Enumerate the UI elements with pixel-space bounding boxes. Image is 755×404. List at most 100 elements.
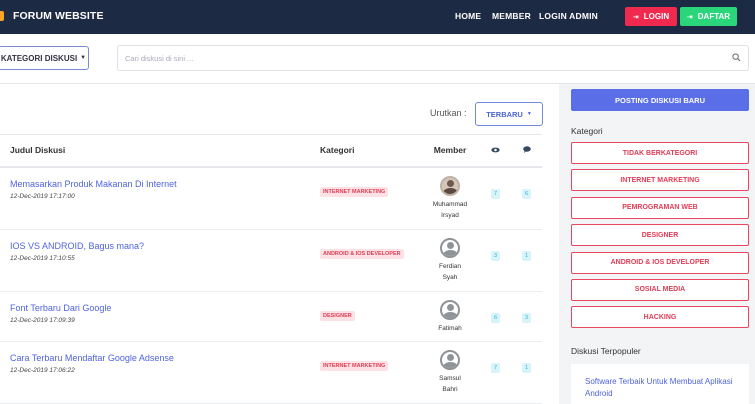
discussion-panel: Urutkan : TERBARU ▼ Judul Diskusi Katego… (0, 84, 559, 404)
popular-discussions-box: Software Terbaik Untuk Membuat Aplikasi … (571, 364, 749, 404)
kategori-badge[interactable]: INTERNET MARKETING (320, 186, 389, 197)
header-views (480, 134, 511, 168)
comments-cell: 3 (511, 291, 542, 342)
member-name-line1: Samsul (439, 375, 461, 382)
member-cell: Muhammad Irsyad (420, 166, 480, 230)
kategori-badge[interactable]: ANDROID & IOS DEVELOPER (320, 249, 404, 259)
member-name-line1: Fatimah (438, 325, 462, 332)
login-label: LOGIN (643, 12, 670, 21)
views-count-badge: 7 (490, 188, 501, 199)
topic-date: 12-Dec-2019 17:10:55 (10, 255, 75, 262)
category-item[interactable]: SOSIAL MEDIA (571, 278, 749, 301)
kategori-cell: DESIGNER (320, 291, 420, 342)
nav-link-home[interactable]: HOME (455, 11, 481, 21)
category-item[interactable]: TIDAK BERKATEGORI (571, 142, 749, 164)
topic-title-link[interactable]: Cara Terbaru Mendaftar Google Adsense (10, 352, 320, 364)
kategori-dropdown[interactable]: KATEGORI DISKUSI ▼ (0, 46, 89, 70)
brand-title[interactable]: FORUM WEBSITE (13, 10, 104, 22)
daftar-button[interactable]: ⇥ DAFTAR (680, 7, 737, 26)
member-name-line2: Syah (442, 274, 458, 281)
member-name-line1: Muhammad (432, 200, 468, 208)
sort-value: TERBARU (486, 109, 523, 119)
search-placeholder: Cari diskusi di sini ... (125, 54, 194, 63)
topic-title-link[interactable]: IOS VS ANDROID, Bagus mana? (10, 240, 320, 252)
caret-down-icon: ▼ (80, 55, 87, 61)
popular-topic-link[interactable]: Software Terbaik Untuk Membuat Aplikasi … (585, 376, 735, 400)
topic-title-link[interactable]: Font Terbaru Dari Google (10, 302, 320, 314)
nav-link-member[interactable]: MEMBER (492, 11, 531, 21)
search-icon[interactable] (732, 53, 741, 62)
table-header-row: Judul Diskusi Kategori Member (0, 134, 542, 168)
avatar[interactable] (440, 175, 460, 196)
sidebar: POSTING DISKUSI BARU Kategori TIDAK BERK… (562, 84, 755, 404)
post-discussion-button[interactable]: POSTING DISKUSI BARU (571, 89, 749, 111)
register-icon: ⇥ (686, 13, 693, 21)
kategori-cell: ANDROID & IOS DEVELOPER (320, 229, 420, 292)
member-cell: Fatimah (420, 291, 480, 342)
comments-cell: 1 (511, 229, 542, 292)
topic-cell: Memasarkan Produk Makanan Di Internet 12… (0, 166, 320, 230)
topic-date: 12-Dec-2019 17:09:39 (10, 317, 75, 324)
header-member: Member (420, 134, 480, 168)
topic-date: 12-Dec-2019 17:06:22 (10, 367, 75, 374)
comments-count-badge: 1 (521, 363, 532, 373)
search-input[interactable]: Cari diskusi di sini ... (117, 45, 749, 71)
views-cell: 7 (480, 341, 511, 404)
comments-cell: 6 (511, 166, 542, 230)
kategori-dropdown-label: KATEGORI DISKUSI (0, 53, 78, 63)
eye-icon (491, 147, 500, 153)
table-row[interactable]: Cara Terbaru Mendaftar Google Adsense 12… (0, 341, 542, 404)
member-name-line2: Irsyad (441, 211, 459, 219)
topic-title-link[interactable]: Memasarkan Produk Makanan Di Internet (10, 178, 320, 190)
kategori-badge[interactable]: INTERNET MARKETING (320, 361, 389, 371)
header-comments (511, 134, 542, 168)
category-item[interactable]: ANDROID & IOS DEVELOPER (571, 251, 749, 274)
kategori-heading: Kategori (571, 126, 603, 136)
avatar[interactable] (440, 350, 460, 370)
views-count-badge: 6 (490, 313, 501, 323)
member-name-line2: Bahri (442, 386, 458, 393)
topic-date: 12-Dec-2019 17:17:00 (10, 192, 75, 200)
table-row[interactable]: Memasarkan Produk Makanan Di Internet 12… (0, 166, 542, 230)
comments-count-badge: 3 (521, 313, 532, 323)
member-cell: Samsul Bahri (420, 341, 480, 404)
category-item[interactable]: HACKING (571, 306, 749, 329)
category-item[interactable]: INTERNET MARKETING (571, 169, 749, 192)
topic-cell: IOS VS ANDROID, Bagus mana? 12-Dec-2019 … (0, 229, 320, 292)
discussion-table: Judul Diskusi Kategori Member Memasarkan… (0, 134, 542, 404)
table-row[interactable]: Font Terbaru Dari Google 12-Dec-2019 17:… (0, 291, 542, 342)
category-list: TIDAK BERKATEGORI INTERNET MARKETING PEM… (571, 142, 749, 334)
popular-heading: Diskusi Terpopuler (571, 346, 641, 356)
category-item[interactable]: DESIGNER (571, 224, 749, 247)
views-count-badge: 7 (490, 363, 501, 373)
daftar-label: DAFTAR (697, 12, 731, 21)
comments-count-badge: 6 (521, 188, 532, 199)
header-kategori: Kategori (320, 134, 420, 168)
sign-in-icon: ⇥ (632, 13, 639, 21)
sort-label: Urutkan : (430, 108, 467, 118)
kategori-cell: INTERNET MARKETING (320, 341, 420, 404)
comment-icon (522, 146, 531, 153)
views-cell: 7 (480, 166, 511, 230)
avatar[interactable] (440, 300, 460, 320)
table-row[interactable]: IOS VS ANDROID, Bagus mana? 12-Dec-2019 … (0, 229, 542, 292)
top-navbar: FORUM WEBSITE HOME MEMBER LOGIN ADMIN ⇥ … (0, 0, 755, 34)
topic-cell: Font Terbaru Dari Google 12-Dec-2019 17:… (0, 291, 320, 342)
views-count-badge: 3 (490, 251, 501, 261)
nav-link-login-admin[interactable]: LOGIN ADMIN (539, 11, 598, 21)
member-cell: Ferdian Syah (420, 229, 480, 292)
views-cell: 6 (480, 291, 511, 342)
kategori-cell: INTERNET MARKETING (320, 166, 420, 230)
sort-dropdown[interactable]: TERBARU ▼ (475, 102, 543, 126)
kategori-badge[interactable]: DESIGNER (320, 311, 355, 321)
views-cell: 3 (480, 229, 511, 292)
comments-count-badge: 1 (521, 251, 532, 261)
search-bar-row: KATEGORI DISKUSI ▼ Cari diskusi di sini … (0, 34, 755, 84)
brand-logo-icon (0, 11, 4, 21)
comments-cell: 1 (511, 341, 542, 404)
caret-down-icon: ▼ (526, 111, 532, 117)
member-name-line1: Ferdian (438, 263, 462, 270)
login-button[interactable]: ⇥ LOGIN (625, 7, 677, 26)
avatar[interactable] (440, 238, 460, 258)
category-item[interactable]: PEMROGRAMAN WEB (571, 196, 749, 219)
